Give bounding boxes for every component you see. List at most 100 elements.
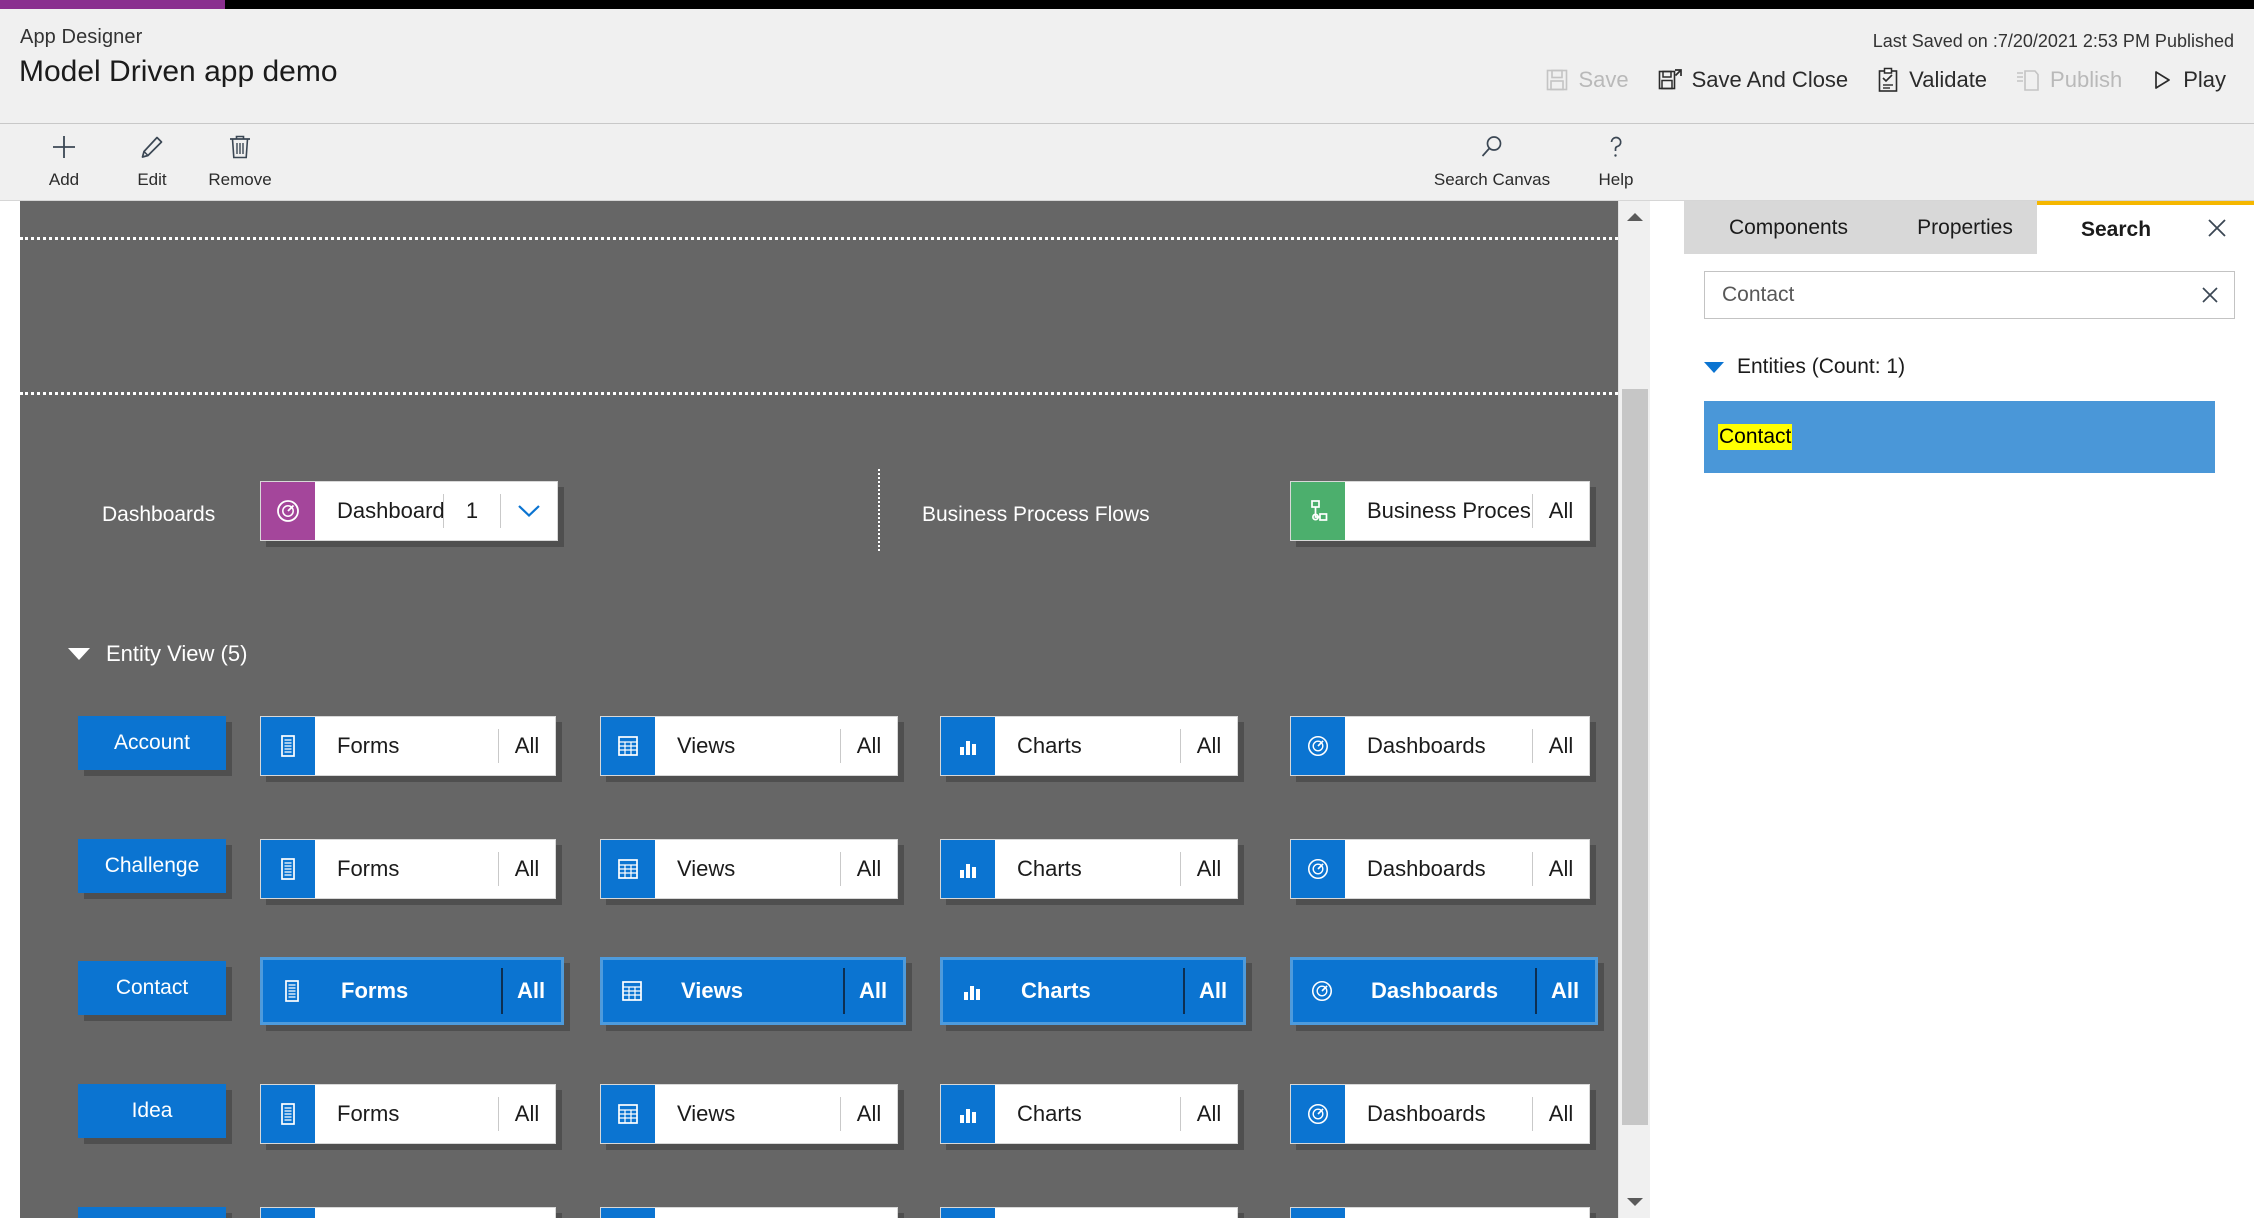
tile-label: Views bbox=[655, 1208, 840, 1218]
tile-label: Charts bbox=[1017, 856, 1082, 881]
validate-button[interactable]: Validate bbox=[1862, 61, 2001, 99]
tile-account-views[interactable]: Views All bbox=[600, 716, 898, 776]
right-side-panel: Components Properties Search Entities (C… bbox=[1684, 201, 2254, 1218]
edit-label: Edit bbox=[137, 170, 167, 189]
tile-count: All bbox=[1548, 498, 1574, 523]
tile-challenge-views[interactable]: Views All bbox=[600, 839, 898, 899]
app-canvas: Dashboards Business Process Flows Dashbo… bbox=[20, 201, 1650, 1218]
tile-product-views[interactable]: ViewsAll bbox=[600, 1207, 898, 1218]
scroll-down-arrow[interactable] bbox=[1619, 1186, 1651, 1218]
dashboard-gauge-icon bbox=[1291, 1208, 1345, 1218]
results-group-label: Entities (Count: 1) bbox=[1737, 355, 1906, 378]
chevron-down-icon[interactable] bbox=[501, 482, 557, 540]
forms-list-icon bbox=[265, 962, 319, 1020]
search-result-item[interactable]: Contact bbox=[1704, 401, 2215, 473]
search-canvas-button[interactable]: Search Canvas bbox=[1412, 124, 1572, 200]
entity-button-contact[interactable]: Contact bbox=[78, 961, 226, 1015]
tile-dashboards-global[interactable]: Dashboards 1 bbox=[260, 481, 558, 541]
tile-idea-charts[interactable]: Charts All bbox=[940, 1084, 1238, 1144]
tile-contact-charts[interactable]: Charts All bbox=[940, 957, 1246, 1025]
tile-account-charts[interactable]: Charts All bbox=[940, 716, 1238, 776]
top-progress-strip bbox=[0, 0, 2254, 9]
tile-label: Forms bbox=[337, 856, 400, 881]
header-actions: Save Save And Close Validate Publish Pla… bbox=[1531, 61, 2240, 99]
clear-x-icon[interactable] bbox=[2186, 272, 2234, 318]
close-icon[interactable] bbox=[2202, 213, 2232, 243]
tile-contact-dashboards[interactable]: Dashboards All bbox=[1290, 957, 1598, 1025]
tile-idea-forms[interactable]: Forms All bbox=[260, 1084, 556, 1144]
tile-product-forms[interactable]: FormsAll bbox=[260, 1207, 556, 1218]
entity-button-label: Contact bbox=[115, 976, 189, 999]
entity-button-account[interactable]: Account bbox=[78, 716, 226, 770]
views-grid-icon bbox=[601, 840, 655, 898]
entity-button-challenge[interactable]: Challenge bbox=[78, 839, 226, 893]
play-button[interactable]: Play bbox=[2136, 61, 2240, 99]
command-bar: Add Edit Remove Search Canvas Help bbox=[0, 124, 2254, 201]
edit-button[interactable]: Edit bbox=[108, 124, 196, 200]
tile-label: Dashboards bbox=[1367, 856, 1486, 881]
tab-components[interactable]: Components bbox=[1684, 201, 1893, 254]
tile-label: Charts bbox=[1017, 733, 1082, 758]
entity-button-idea[interactable]: Idea bbox=[78, 1084, 226, 1138]
entity-button-label: Idea bbox=[131, 1099, 173, 1122]
search-canvas-label: Search Canvas bbox=[1433, 170, 1551, 189]
views-grid-icon bbox=[601, 1085, 655, 1143]
entity-button-label: Account bbox=[114, 731, 190, 754]
remove-button[interactable]: Remove bbox=[196, 124, 284, 200]
tile-count: All bbox=[856, 856, 882, 881]
nav-section-divider bbox=[878, 469, 880, 551]
tile-business-process-flows[interactable]: Business Proces... All bbox=[1290, 481, 1590, 541]
dashboard-gauge-icon bbox=[261, 482, 315, 540]
tile-contact-forms[interactable]: Forms All bbox=[260, 957, 564, 1025]
tile-challenge-forms[interactable]: Forms All bbox=[260, 839, 556, 899]
trash-icon bbox=[228, 134, 252, 163]
tile-label: Views bbox=[681, 978, 743, 1003]
tile-count: All bbox=[856, 733, 882, 758]
publish-button[interactable]: Publish bbox=[2001, 61, 2136, 99]
tile-product-charts[interactable]: ChartsAll bbox=[940, 1207, 1238, 1218]
tile-challenge-charts[interactable]: Charts All bbox=[940, 839, 1238, 899]
search-results-group-header[interactable]: Entities (Count: 1) bbox=[1704, 355, 1905, 379]
forms-list-icon bbox=[261, 840, 315, 898]
tile-idea-dashboards[interactable]: Dashboards All bbox=[1290, 1084, 1590, 1144]
canvas-divider-top bbox=[20, 237, 1618, 240]
panel-tab-strip: Components Properties Search bbox=[1684, 201, 2254, 254]
tile-label: Dashboards bbox=[337, 498, 443, 523]
tile-contact-views[interactable]: Views All bbox=[600, 957, 906, 1025]
add-button[interactable]: Add bbox=[20, 124, 108, 200]
tab-properties[interactable]: Properties bbox=[1893, 201, 2037, 254]
tile-count: All bbox=[1548, 733, 1574, 758]
canvas-vertical-scrollbar[interactable] bbox=[1618, 201, 1650, 1218]
tile-count: All bbox=[856, 1101, 882, 1126]
tile-product-dashboards[interactable]: DashboardsAll bbox=[1290, 1207, 1590, 1218]
caret-down-icon bbox=[1704, 361, 1724, 373]
command-bar-left-group: Add Edit Remove bbox=[20, 124, 284, 200]
charts-bar-icon bbox=[941, 1085, 995, 1143]
charts-bar-icon bbox=[941, 717, 995, 775]
entity-button-product[interactable]: Product bbox=[78, 1207, 226, 1218]
save-label: Save bbox=[1578, 67, 1629, 92]
dashboard-gauge-icon bbox=[1295, 962, 1349, 1020]
publish-label: Publish bbox=[2050, 67, 2123, 92]
process-flow-icon bbox=[1291, 482, 1345, 540]
entity-view-section-header[interactable]: Entity View (5) bbox=[68, 641, 247, 667]
tile-count: All bbox=[1196, 733, 1222, 758]
tile-account-dashboards[interactable]: Dashboards All bbox=[1290, 716, 1590, 776]
tile-count: All bbox=[1198, 978, 1228, 1003]
save-button[interactable]: Save bbox=[1531, 61, 1642, 99]
scrollbar-thumb[interactable] bbox=[1622, 389, 1648, 1125]
tile-idea-views[interactable]: Views All bbox=[600, 1084, 898, 1144]
pencil-icon bbox=[139, 134, 165, 163]
search-input-wrapper[interactable] bbox=[1704, 271, 2235, 319]
scroll-up-arrow[interactable] bbox=[1619, 201, 1651, 233]
app-subtitle: App Designer bbox=[20, 26, 143, 48]
forms-list-icon bbox=[261, 1208, 315, 1218]
help-button[interactable]: Help bbox=[1572, 124, 1660, 200]
save-and-close-button[interactable]: Save And Close bbox=[1643, 61, 1863, 99]
save-icon bbox=[1545, 68, 1569, 92]
tile-label: Charts bbox=[1021, 978, 1091, 1003]
tile-account-forms[interactable]: Forms All bbox=[260, 716, 556, 776]
tile-challenge-dashboards[interactable]: Dashboards All bbox=[1290, 839, 1590, 899]
search-input[interactable] bbox=[1705, 272, 2186, 318]
dashboard-gauge-icon bbox=[1291, 717, 1345, 775]
